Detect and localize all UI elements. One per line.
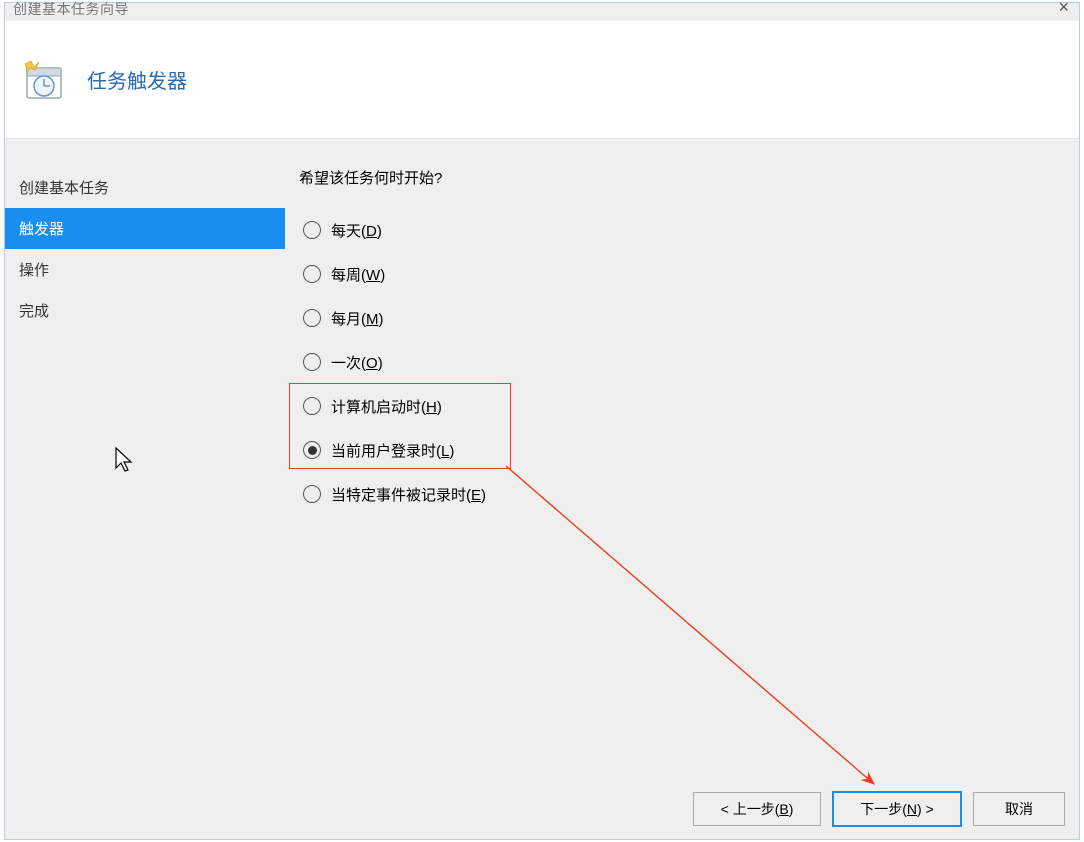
back-button[interactable]: < 上一步(B): [693, 792, 821, 826]
radio-icon: [303, 353, 321, 371]
radio-at-startup[interactable]: 计算机启动时(H): [299, 384, 515, 428]
wizard-main: 希望该任务何时开始? 每天(D) 每周(W) 每月(M) 一次(O): [285, 139, 1079, 779]
sidebar-item-create-task[interactable]: 创建基本任务: [5, 167, 285, 208]
cancel-button[interactable]: 取消: [973, 792, 1065, 826]
sidebar-item-trigger[interactable]: 触发器: [5, 208, 285, 249]
radio-once[interactable]: 一次(O): [299, 340, 515, 384]
radio-icon: [303, 221, 321, 239]
radio-label: 当特定事件被记录时(E): [331, 484, 486, 505]
trigger-question: 希望该任务何时开始?: [285, 167, 1079, 208]
radio-icon: [303, 265, 321, 283]
radio-at-logon[interactable]: 当前用户登录时(L): [299, 428, 515, 472]
wizard-footer: < 上一步(B) 下一步(N) > 取消: [5, 779, 1079, 839]
wizard-header: 任务触发器: [5, 21, 1079, 139]
wizard-body: 创建基本任务 触发器 操作 完成 希望该任务何时开始? 每天(D) 每周(W) …: [5, 139, 1079, 779]
trigger-radio-group: 每天(D) 每周(W) 每月(M) 一次(O) 计算机启动时(H): [285, 208, 515, 516]
radio-icon: [303, 485, 321, 503]
titlebar: 创建基本任务向导 ×: [5, 3, 1079, 21]
wizard-sidebar: 创建基本任务 触发器 操作 完成: [5, 139, 285, 779]
sidebar-item-finish[interactable]: 完成: [5, 290, 285, 331]
sidebar-item-action[interactable]: 操作: [5, 249, 285, 290]
radio-on-event[interactable]: 当特定事件被记录时(E): [299, 472, 515, 516]
wizard-window: 创建基本任务向导 × 任务触发器 创建基本任务 触发器 操作 完成 希望该任务何…: [4, 2, 1080, 840]
close-icon[interactable]: ×: [1058, 0, 1069, 18]
radio-monthly[interactable]: 每月(M): [299, 296, 515, 340]
radio-icon: [303, 441, 321, 459]
radio-icon: [303, 397, 321, 415]
radio-label: 一次(O): [331, 352, 383, 373]
radio-label: 每周(W): [331, 264, 385, 285]
window-title: 创建基本任务向导: [13, 0, 129, 19]
radio-weekly[interactable]: 每周(W): [299, 252, 515, 296]
page-title: 任务触发器: [87, 65, 187, 94]
radio-label: 每天(D): [331, 220, 382, 241]
radio-icon: [303, 309, 321, 327]
clock-task-icon: [21, 58, 65, 102]
radio-label: 计算机启动时(H): [331, 396, 442, 417]
radio-label: 当前用户登录时(L): [331, 440, 454, 461]
radio-daily[interactable]: 每天(D): [299, 208, 515, 252]
next-button[interactable]: 下一步(N) >: [833, 792, 961, 826]
radio-label: 每月(M): [331, 308, 384, 329]
